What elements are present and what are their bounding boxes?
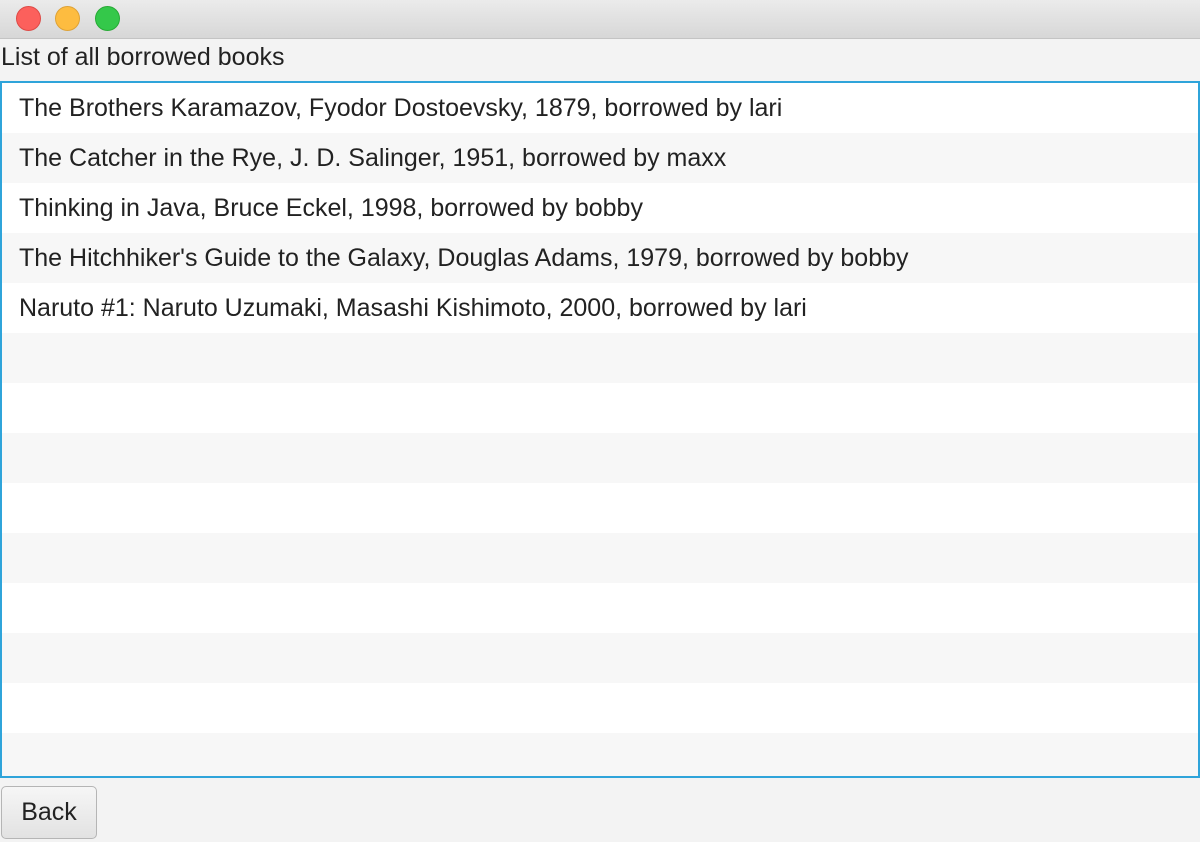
title-bar[interactable]	[0, 0, 1200, 39]
list-item-empty[interactable]	[2, 483, 1198, 533]
minimize-window-button[interactable]	[55, 6, 80, 31]
list-item[interactable]: Naruto #1: Naruto Uzumaki, Masashi Kishi…	[2, 283, 1198, 333]
list-item-empty[interactable]	[2, 683, 1198, 733]
list-item[interactable]: Thinking in Java, Bruce Eckel, 1998, bor…	[2, 183, 1198, 233]
list-item-empty[interactable]	[2, 433, 1198, 483]
app-window: List of all borrowed books The Brothers …	[0, 0, 1200, 842]
list-item-empty[interactable]	[2, 633, 1198, 683]
list-item[interactable]: The Catcher in the Rye, J. D. Salinger, …	[2, 133, 1198, 183]
list-item-empty[interactable]	[2, 583, 1198, 633]
back-button[interactable]: Back	[1, 786, 97, 839]
close-window-button[interactable]	[16, 6, 41, 31]
list-item[interactable]: The Brothers Karamazov, Fyodor Dostoevsk…	[2, 83, 1198, 133]
list-item-empty[interactable]	[2, 383, 1198, 433]
list-item-empty[interactable]	[2, 533, 1198, 583]
borrowed-books-list[interactable]: The Brothers Karamazov, Fyodor Dostoevsk…	[0, 81, 1200, 778]
list-item[interactable]: The Hitchhiker's Guide to the Galaxy, Do…	[2, 233, 1198, 283]
list-item-empty[interactable]	[2, 733, 1198, 776]
zoom-window-button[interactable]	[95, 6, 120, 31]
list-item-empty[interactable]	[2, 333, 1198, 383]
page-title: List of all borrowed books	[1, 43, 285, 71]
